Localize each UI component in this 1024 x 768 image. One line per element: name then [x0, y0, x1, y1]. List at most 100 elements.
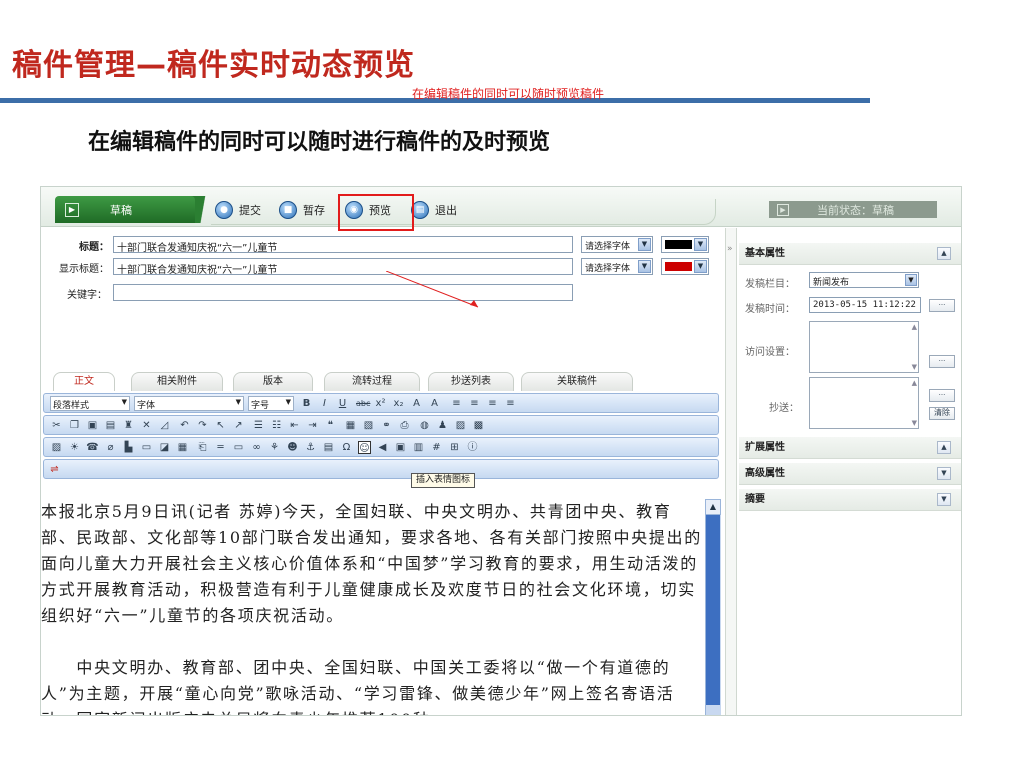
- user-icon[interactable]: ♟: [436, 419, 449, 432]
- pointer-icon[interactable]: ↗: [232, 419, 245, 432]
- table-insert-icon[interactable]: ▤: [322, 441, 335, 454]
- document-icon[interactable]: ▙: [122, 441, 135, 454]
- cut-icon[interactable]: ✂: [50, 419, 63, 432]
- tab-versions[interactable]: 版本: [233, 372, 313, 391]
- collapse-up-icon[interactable]: ▲: [937, 247, 951, 260]
- align-center-icon[interactable]: ≡: [468, 397, 481, 410]
- media-icon[interactable]: ▩: [472, 419, 485, 432]
- time-picker-button[interactable]: ···: [929, 299, 955, 312]
- access-textarea[interactable]: ▲ ▼: [809, 321, 919, 373]
- delete-icon[interactable]: ✕: [140, 419, 153, 432]
- bullet-list-icon[interactable]: ☷: [270, 419, 283, 432]
- font-color-button[interactable]: A: [410, 397, 423, 410]
- display-title-color-picker[interactable]: ▼: [661, 258, 709, 275]
- hyperlink-icon[interactable]: ∞: [250, 441, 263, 454]
- justify-icon[interactable]: ≡: [504, 397, 517, 410]
- blockquote-icon[interactable]: ❝: [324, 419, 337, 432]
- submit-button[interactable]: ● 提交: [215, 199, 261, 221]
- image-icon[interactable]: ▨: [454, 419, 467, 432]
- gallery-icon[interactable]: ▦: [176, 441, 189, 454]
- underline-button[interactable]: U: [336, 397, 349, 410]
- insert-image-icon[interactable]: ▨: [50, 441, 63, 454]
- strikethrough-button[interactable]: abc: [356, 397, 370, 410]
- access-picker-button[interactable]: ···: [929, 355, 955, 368]
- keyword-input[interactable]: [113, 284, 573, 301]
- indent-icon[interactable]: ⇥: [306, 419, 319, 432]
- highlight-button[interactable]: A: [428, 397, 441, 410]
- print-icon[interactable]: ⎙: [398, 419, 411, 432]
- globe-icon[interactable]: ◍: [418, 419, 431, 432]
- screenshot-icon[interactable]: ▣: [394, 441, 407, 454]
- redo-icon[interactable]: ↷: [196, 419, 209, 432]
- title-font-select[interactable]: 请选择字体 ▼: [581, 236, 653, 253]
- link-icon[interactable]: ⚭: [380, 419, 393, 432]
- unlink-icon[interactable]: ⚘: [268, 441, 281, 454]
- collapse-up-icon[interactable]: ▲: [937, 441, 951, 454]
- input-icon[interactable]: ▭: [232, 441, 245, 454]
- paste-text-icon[interactable]: ▤: [104, 419, 117, 432]
- paragraph-style-select[interactable]: 段落样式 ▼: [50, 396, 130, 411]
- font-size-select[interactable]: 字号 ▼: [248, 396, 294, 411]
- form-icon[interactable]: ▥: [412, 441, 425, 454]
- extended-properties-header[interactable]: 扩展属性 ▲: [739, 437, 961, 459]
- undo-icon[interactable]: ↶: [178, 419, 191, 432]
- select-icon[interactable]: ↖: [214, 419, 227, 432]
- pagebreak-icon[interactable]: ⎗: [196, 441, 209, 454]
- expand-down-icon[interactable]: ▼: [937, 467, 951, 480]
- expand-down-icon[interactable]: ▼: [937, 493, 951, 506]
- save-draft-button[interactable]: ■ 暂存: [279, 199, 325, 221]
- tab-workflow[interactable]: 流转过程: [324, 372, 420, 391]
- display-title-font-select[interactable]: 请选择字体 ▼: [581, 258, 653, 275]
- title-input[interactable]: 十部门联合发通知庆祝“六一”儿童节: [113, 236, 573, 253]
- table-icon[interactable]: ▦: [344, 419, 357, 432]
- exit-button[interactable]: ▤ 退出: [411, 199, 457, 221]
- italic-button[interactable]: I: [318, 397, 331, 410]
- column-select[interactable]: 新闻发布 ▼: [809, 272, 919, 288]
- basic-properties-header[interactable]: 基本属性 ▲: [739, 243, 961, 265]
- time-input[interactable]: 2013-05-15 11:12:22: [809, 297, 921, 313]
- find-icon[interactable]: ♜: [122, 419, 135, 432]
- pane-splitter[interactable]: »: [725, 228, 737, 715]
- sound-icon[interactable]: ◀: [376, 441, 389, 454]
- display-title-input[interactable]: 十部门联合发通知庆祝“六一”儿童节: [113, 258, 573, 275]
- emoticon-icon[interactable]: ☺: [358, 441, 371, 454]
- superscript-button[interactable]: x²: [374, 397, 387, 410]
- flash-icon[interactable]: ☀: [68, 441, 81, 454]
- subscript-button[interactable]: x₂: [392, 397, 405, 410]
- select-all-icon[interactable]: ⊞: [448, 441, 461, 454]
- scroll-thumb[interactable]: [706, 515, 720, 705]
- omega-icon[interactable]: Ω: [340, 441, 353, 454]
- tab-body[interactable]: 正文: [53, 372, 115, 391]
- draft-tab[interactable]: ▶ 草稿: [55, 196, 195, 223]
- source-icon[interactable]: ⇌: [48, 463, 61, 476]
- font-select[interactable]: 字体 ▼: [134, 396, 244, 411]
- tab-related[interactable]: 关联稿件: [521, 372, 633, 391]
- copy-icon[interactable]: ❐: [68, 419, 81, 432]
- scroll-up-icon[interactable]: ▲: [705, 499, 721, 515]
- tab-cc-list[interactable]: 抄送列表: [428, 372, 514, 391]
- editor-content[interactable]: 本报北京5月9日讯(记者 苏婷)今天，全国妇联、中央文明办、共青团中央、教育部、…: [41, 499, 706, 715]
- hr-icon[interactable]: ═: [214, 441, 227, 454]
- summary-header[interactable]: 摘要 ▼: [739, 489, 961, 511]
- special-icon[interactable]: ◪: [158, 441, 171, 454]
- people-icon[interactable]: ☻: [286, 441, 299, 454]
- advanced-properties-header[interactable]: 高级属性 ▼: [739, 463, 961, 485]
- attachment-icon[interactable]: ⌀: [104, 441, 117, 454]
- grid-icon[interactable]: #: [430, 441, 443, 454]
- anchor-icon[interactable]: ⚓: [304, 441, 317, 454]
- bold-button[interactable]: B: [300, 397, 313, 410]
- title-color-picker[interactable]: ▼: [661, 236, 709, 253]
- eraser-icon[interactable]: ◿: [158, 419, 171, 432]
- align-right-icon[interactable]: ≡: [486, 397, 499, 410]
- cc-clear-button[interactable]: 清除: [929, 407, 955, 420]
- info-icon[interactable]: ⓘ: [466, 441, 479, 454]
- frame-icon[interactable]: ▭: [140, 441, 153, 454]
- ordered-list-icon[interactable]: ☰: [252, 419, 265, 432]
- align-left-icon[interactable]: ≡: [450, 397, 463, 410]
- video-icon[interactable]: ☎: [86, 441, 99, 454]
- paste-icon[interactable]: ▣: [86, 419, 99, 432]
- cc-textarea[interactable]: ▲ ▼: [809, 377, 919, 429]
- outdent-icon[interactable]: ⇤: [288, 419, 301, 432]
- cc-picker-button[interactable]: ···: [929, 389, 955, 402]
- template-icon[interactable]: ▧: [362, 419, 375, 432]
